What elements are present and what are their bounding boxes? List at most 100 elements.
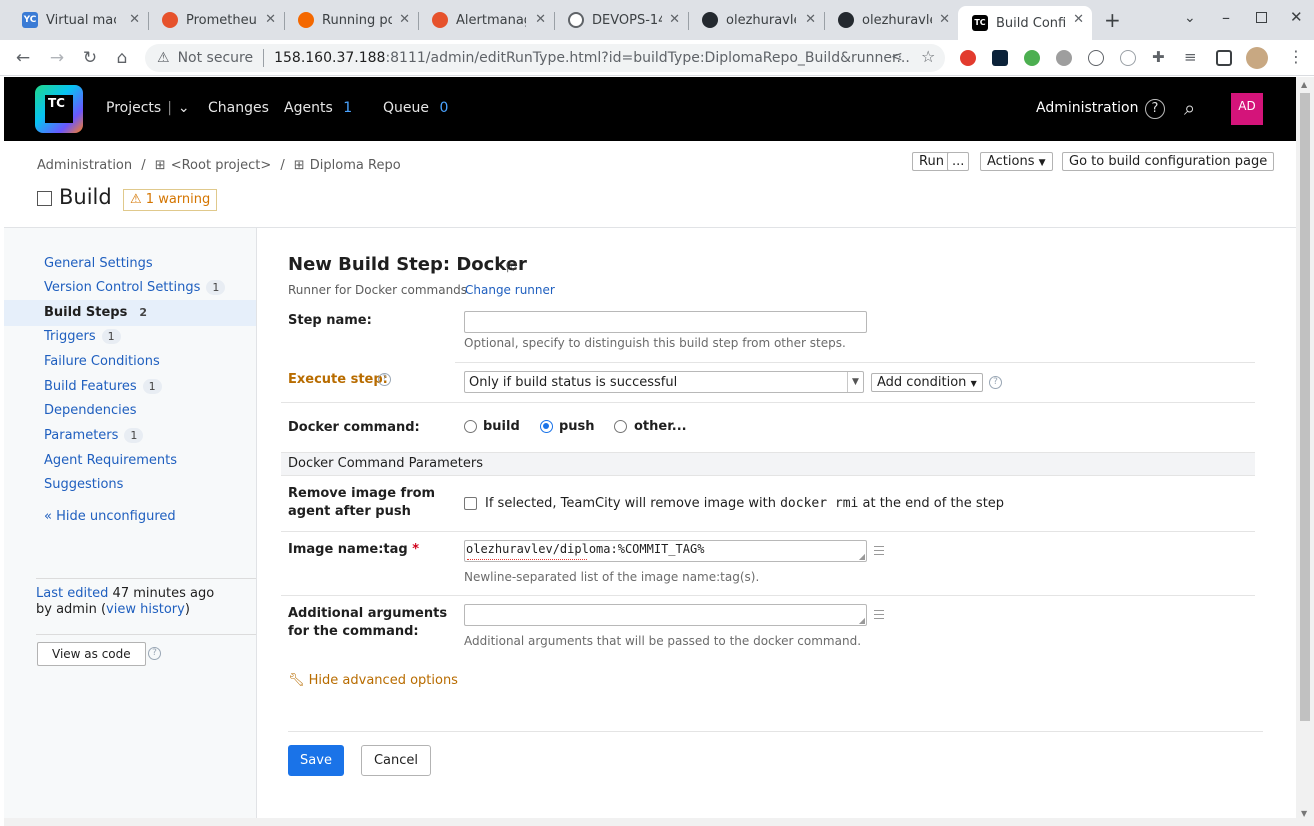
execute-step-select[interactable]: Only if build status is successful ▼ <box>464 371 864 393</box>
warning-icon[interactable]: ⚠ <box>157 50 170 66</box>
run-options-button[interactable]: ... <box>947 152 970 171</box>
home-icon[interactable]: ⌂ <box>111 48 133 68</box>
side-panel-icon[interactable] <box>1216 50 1232 66</box>
sidebar-item-triggers[interactable]: Triggers 1 <box>44 329 121 344</box>
close-icon[interactable]: ✕ <box>669 12 680 27</box>
add-condition-button[interactable]: Add condition ▼ <box>871 373 983 392</box>
tab-search-icon[interactable]: ⌄ <box>1184 10 1196 26</box>
scrollbar-thumb[interactable] <box>1300 93 1310 721</box>
maximize-icon[interactable] <box>1256 12 1267 23</box>
sidebar-item-build-steps[interactable]: Build Steps 2 <box>44 305 153 320</box>
extension-icon[interactable] <box>1024 50 1040 66</box>
menu-icon[interactable]: ⋮ <box>1288 47 1304 66</box>
puzzle-icon[interactable]: ✚ <box>1152 48 1165 66</box>
breadcrumb-diploma-repo[interactable]: Diploma Repo <box>310 158 401 173</box>
help-icon[interactable]: ? <box>378 373 391 386</box>
image-name-textarea[interactable]: olezhuravlev/diploma:%COMMIT_TAG% ◢ <box>464 540 867 562</box>
expand-editor-icon[interactable] <box>874 610 884 619</box>
reload-icon[interactable]: ↻ <box>79 48 101 68</box>
close-icon[interactable]: ✕ <box>399 12 410 27</box>
cancel-button[interactable]: Cancel <box>361 745 431 776</box>
nav-changes[interactable]: Changes <box>208 100 269 116</box>
browser-tab[interactable]: olezhuravle ✕ <box>824 6 958 34</box>
browser-tab-active[interactable]: TC Build Config ✕ <box>958 6 1092 40</box>
extension-icon[interactable] <box>1088 50 1104 66</box>
radio-build-label[interactable]: build <box>483 419 520 434</box>
nav-projects[interactable]: Projects | ⌄ <box>106 100 190 116</box>
actions-button[interactable]: Actions ▼ <box>980 152 1053 171</box>
browser-tab[interactable]: Alertmanag ✕ <box>418 6 554 34</box>
sidebar-item-vcs-settings[interactable]: Version Control Settings 1 <box>44 280 226 295</box>
forward-icon[interactable]: → <box>46 48 68 68</box>
view-as-code-button[interactable]: View as code <box>37 642 146 666</box>
resize-handle-icon[interactable]: ◢ <box>859 552 865 561</box>
radio-other-label[interactable]: other... <box>634 419 687 434</box>
search-icon[interactable]: ⌕ <box>1184 96 1195 120</box>
sidebar-item-general-settings[interactable]: General Settings <box>44 256 153 271</box>
sidebar-item-build-features[interactable]: Build Features 1 <box>44 379 162 394</box>
extension-icon[interactable] <box>960 50 976 66</box>
nav-agents[interactable]: Agents 1 <box>284 100 352 116</box>
help-icon[interactable]: ? <box>1145 99 1165 119</box>
browser-tab[interactable]: Running po ✕ <box>284 6 418 34</box>
radio-build[interactable] <box>464 420 477 433</box>
breadcrumb-root-project[interactable]: <Root project> <box>171 158 272 173</box>
share-icon[interactable]: ⋖ <box>891 49 903 65</box>
teamcity-logo[interactable]: TC <box>35 85 83 133</box>
run-button[interactable]: Run <box>912 152 951 171</box>
address-bar[interactable]: ⚠ Not secure 158.160.37.188 :8111/admin/… <box>145 44 945 72</box>
last-edited-link[interactable]: Last edited <box>36 586 108 601</box>
profile-avatar-icon[interactable] <box>1246 47 1268 69</box>
hide-advanced-options-link[interactable]: 🔧︎ Hide advanced options <box>288 673 458 688</box>
close-window-icon[interactable]: ✕ <box>1290 8 1303 26</box>
close-icon[interactable]: ✕ <box>805 12 816 27</box>
help-icon[interactable]: ? <box>148 647 161 660</box>
breadcrumb-administration[interactable]: Administration <box>37 158 132 173</box>
sidebar-item-suggestions[interactable]: Suggestions <box>44 477 123 492</box>
back-icon[interactable]: ← <box>12 48 34 68</box>
sidebar-item-agent-requirements[interactable]: Agent Requirements <box>44 453 177 468</box>
close-icon[interactable]: ✕ <box>535 12 546 27</box>
sidebar-item-dependencies[interactable]: Dependencies <box>44 403 137 418</box>
browser-tab[interactable]: olezhuravle ✕ <box>688 6 824 34</box>
sidebar-item-parameters[interactable]: Parameters 1 <box>44 428 144 443</box>
extension-icon[interactable] <box>1056 50 1072 66</box>
radio-other[interactable] <box>614 420 627 433</box>
expand-editor-icon[interactable] <box>874 546 884 555</box>
warning-badge[interactable]: ⚠ 1 warning <box>123 189 218 211</box>
horizontal-scrollbar[interactable] <box>4 818 1296 826</box>
nav-queue[interactable]: Queue 0 <box>383 100 448 116</box>
avatar[interactable]: AD <box>1231 93 1263 125</box>
change-runner-link[interactable]: Change runner <box>465 283 555 297</box>
view-history-link[interactable]: view history <box>106 602 185 617</box>
vertical-scrollbar[interactable]: ▲ ▼ <box>1296 77 1314 826</box>
resize-handle-icon[interactable]: ◢ <box>859 616 865 625</box>
chevron-down-icon[interactable]: ⌄ <box>178 100 190 116</box>
bookmark-star-icon[interactable]: ☆ <box>921 47 935 66</box>
minimize-icon[interactable]: – <box>1222 8 1230 27</box>
sidebar-item-failure-conditions[interactable]: Failure Conditions <box>44 354 160 369</box>
browser-tab[interactable]: YC Virtual mach ✕ <box>8 6 148 34</box>
save-button[interactable]: Save <box>288 745 344 776</box>
scroll-up-arrow-icon[interactable]: ▲ <box>1301 80 1307 89</box>
scroll-down-arrow-icon[interactable]: ▼ <box>1301 809 1307 818</box>
new-tab-button[interactable]: + <box>1104 8 1121 32</box>
additional-args-textarea[interactable]: ◢ <box>464 604 867 626</box>
react-devtools-icon[interactable] <box>992 50 1008 66</box>
help-icon[interactable]: ? <box>989 376 1002 389</box>
step-menu-icon[interactable]: |▽ <box>506 262 517 273</box>
close-icon[interactable]: ✕ <box>939 12 950 27</box>
remove-image-checkbox[interactable] <box>464 497 477 510</box>
radio-push-label[interactable]: push <box>559 419 595 434</box>
step-name-input[interactable] <box>464 311 867 333</box>
browser-tab[interactable]: DEVOPS-14 ✕ <box>554 6 688 34</box>
browser-tab[interactable]: Prometheus ✕ <box>148 6 284 34</box>
close-icon[interactable]: ✕ <box>129 12 140 27</box>
close-icon[interactable]: ✕ <box>1073 12 1084 27</box>
nav-administration[interactable]: Administration <box>1036 100 1138 116</box>
close-icon[interactable]: ✕ <box>265 12 276 27</box>
radio-push[interactable] <box>540 420 553 433</box>
caret-down-icon[interactable]: ▼ <box>847 372 863 392</box>
go-to-build-config-button[interactable]: Go to build configuration page <box>1062 152 1275 171</box>
globe-icon[interactable] <box>1120 50 1136 66</box>
